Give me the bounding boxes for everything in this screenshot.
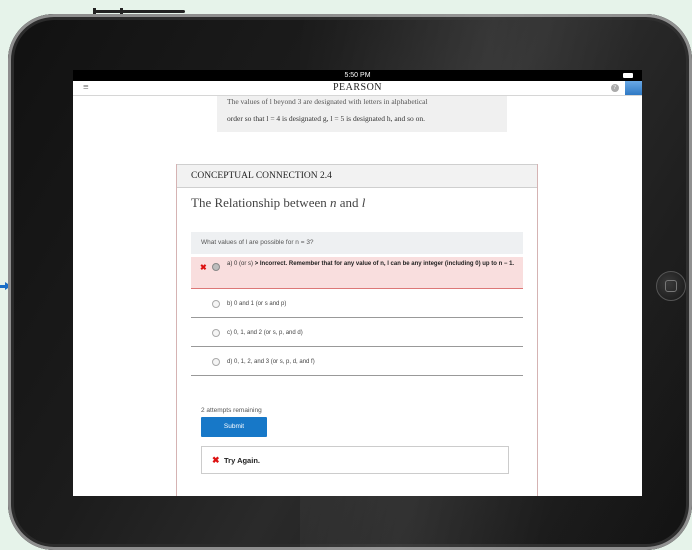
result-message: ✖ Try Again. xyxy=(201,446,509,474)
app-bar: ≡ PEARSON ? xyxy=(73,81,642,96)
menu-icon[interactable]: ≡ xyxy=(83,81,89,95)
help-icon[interactable]: ? xyxy=(611,84,619,92)
brand-title: PEARSON xyxy=(332,82,383,93)
tablet-screen: 5:50 PM ≡ PEARSON ? The values of l beyo… xyxy=(73,70,642,496)
option-a[interactable]: ✖ a) 0 (or s) > Incorrect. Remember that… xyxy=(191,257,523,289)
pointer-arrow-icon xyxy=(0,282,11,290)
submit-button[interactable]: Submit xyxy=(201,417,267,437)
card-title: The Relationship between n and l xyxy=(177,188,537,217)
home-square-icon xyxy=(665,280,677,292)
status-bar: 5:50 PM xyxy=(73,70,642,81)
x-mark-icon: ✖ xyxy=(200,263,207,272)
avatar[interactable] xyxy=(625,81,642,95)
radio-button[interactable] xyxy=(212,263,220,271)
option-label: b) 0 and 1 (or s and p) xyxy=(227,301,287,307)
radio-button[interactable] xyxy=(212,358,220,366)
conceptual-connection-card: CONCEPTUAL CONNECTION 2.4 The Relationsh… xyxy=(176,164,538,496)
option-d[interactable]: d) 0, 1, 2, and 3 (or s, p, d, and f) xyxy=(191,351,523,376)
incorrect-feedback: > Incorrect. Remember that for any value… xyxy=(254,261,515,267)
option-c[interactable]: c) 0, 1, and 2 (or s, p, and d) xyxy=(191,322,523,347)
option-b[interactable]: b) 0 and 1 (or s and p) xyxy=(191,293,523,318)
background-stroke xyxy=(95,10,185,13)
option-label: a) 0 (or s) xyxy=(227,261,254,267)
option-label: d) 0, 1, 2, and 3 (or s, p, d, and f) xyxy=(227,359,315,365)
title-text: The Relationship between xyxy=(191,195,330,210)
radio-button[interactable] xyxy=(212,300,220,308)
battery-icon xyxy=(623,73,633,78)
option-feedback: a) 0 (or s) > Incorrect. Remember that f… xyxy=(227,260,527,268)
card-header: CONCEPTUAL CONNECTION 2.4 xyxy=(177,164,537,188)
passage-line: order so that l = 4 is designated g, l =… xyxy=(227,114,426,123)
x-mark-icon: ✖ xyxy=(212,455,220,465)
title-variable-l: l xyxy=(361,195,366,210)
radio-button[interactable] xyxy=(212,329,220,337)
previous-passage: The values of l beyond 3 are designated … xyxy=(217,96,507,132)
home-button[interactable] xyxy=(656,271,686,301)
title-text: and xyxy=(336,195,362,210)
status-time: 5:50 PM xyxy=(344,72,371,79)
passage-line: The values of l beyond 3 are designated … xyxy=(227,97,428,106)
question-prompt: What values of l are possible for n = 3? xyxy=(191,232,523,254)
option-label: c) 0, 1, and 2 (or s, p, and d) xyxy=(227,330,303,336)
attempts-remaining: 2 attempts remaining xyxy=(201,407,262,414)
result-text: Try Again. xyxy=(224,456,260,465)
